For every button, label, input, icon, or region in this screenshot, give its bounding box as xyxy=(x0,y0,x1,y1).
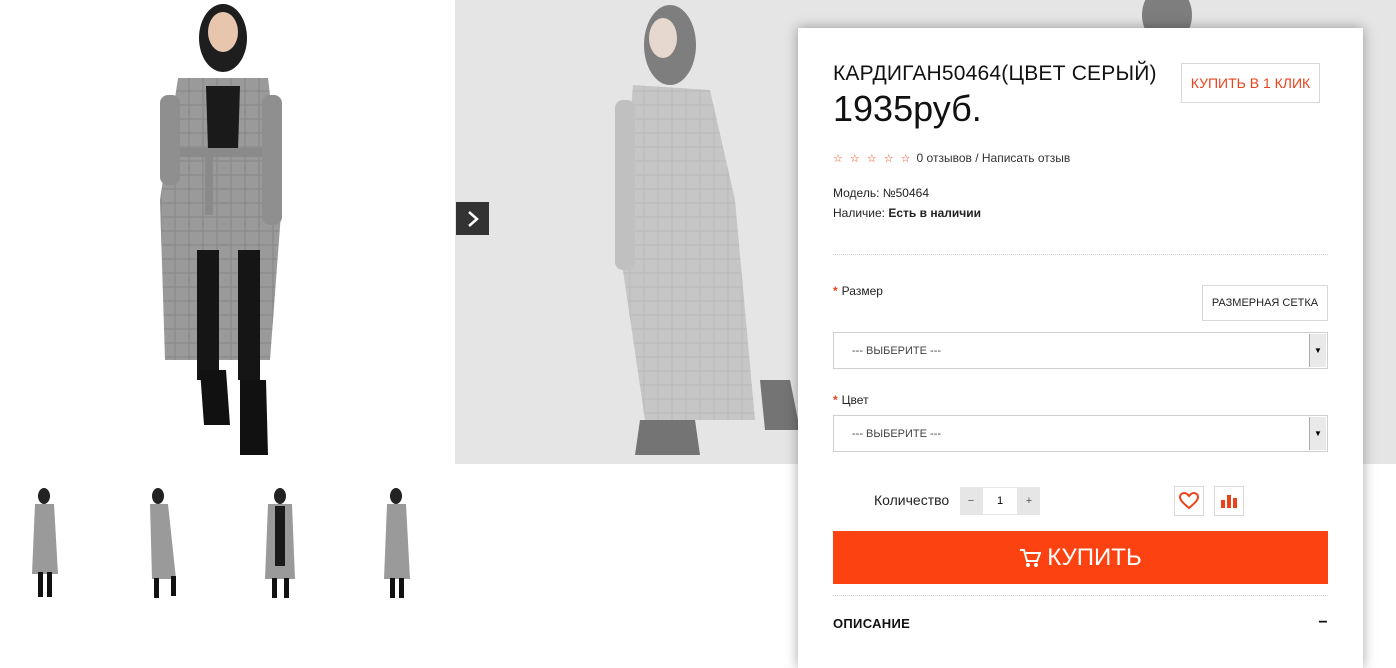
color-select[interactable]: --- ВЫБЕРИТЕ --- ▼ xyxy=(833,415,1328,452)
required-mark: * xyxy=(833,393,838,407)
chevron-down-icon: ▼ xyxy=(1309,417,1326,450)
chevron-right-icon xyxy=(467,210,479,227)
reviews-link[interactable]: 0 отзывов / Написать отзыв xyxy=(917,151,1071,165)
thumbnail-1[interactable] xyxy=(0,484,90,604)
availability-row: Наличие: Есть в наличии xyxy=(833,206,981,220)
heart-icon xyxy=(1179,492,1199,510)
product-price: 1935руб. xyxy=(833,88,982,129)
next-image-button[interactable] xyxy=(456,202,489,235)
wishlist-button[interactable] xyxy=(1174,486,1204,516)
thumbnail-strip xyxy=(0,480,455,610)
size-label: * Размер xyxy=(833,284,883,298)
add-to-cart-label: КУПИТЬ xyxy=(1047,543,1142,571)
color-select-value: --- ВЫБЕРИТЕ --- xyxy=(852,427,942,440)
availability-label: Наличие: xyxy=(833,206,886,220)
description-header[interactable]: ОПИСАНИЕ − xyxy=(833,614,1328,632)
chevron-down-icon: ▼ xyxy=(1309,334,1326,367)
quantity-label: Количество xyxy=(874,492,950,508)
model-value: №50464 xyxy=(882,186,929,200)
compare-button[interactable] xyxy=(1214,486,1244,516)
quantity-decrease-button[interactable]: − xyxy=(960,487,982,515)
quantity-stepper: − + xyxy=(960,487,1040,515)
divider xyxy=(833,254,1328,255)
thumbnail-2[interactable] xyxy=(116,484,206,604)
main-product-image[interactable] xyxy=(0,0,455,464)
cart-icon xyxy=(1019,548,1042,568)
size-chart-button[interactable]: РАЗМЕРНАЯ СЕТКА xyxy=(1202,285,1328,321)
size-select[interactable]: --- ВЫБЕРИТЕ --- ▼ xyxy=(833,332,1328,369)
product-title: КАРДИГАН50464(ЦВЕТ СЕРЫЙ) xyxy=(833,62,1157,85)
thumbnail-3[interactable] xyxy=(235,484,325,604)
color-label: * Цвет xyxy=(833,393,869,407)
buy-one-click-button[interactable]: КУПИТЬ В 1 КЛИК xyxy=(1181,63,1320,103)
model-row: Модель: №50464 xyxy=(833,186,929,200)
product-info-card: КАРДИГАН50464(ЦВЕТ СЕРЫЙ) 1935руб. КУПИТ… xyxy=(798,28,1363,668)
quantity-input[interactable] xyxy=(982,487,1018,515)
required-mark: * xyxy=(833,284,838,298)
model-label: Модель: xyxy=(833,186,880,200)
rating-stars-icon: ☆ ☆ ☆ ☆ ☆ xyxy=(833,152,913,165)
rating-row: ☆ ☆ ☆ ☆ ☆ 0 отзывов / Написать отзыв xyxy=(833,151,1070,165)
description-title: ОПИСАНИЕ xyxy=(833,616,911,631)
thumbnail-4[interactable] xyxy=(352,484,442,604)
divider xyxy=(833,595,1328,596)
quantity-increase-button[interactable]: + xyxy=(1018,487,1040,515)
collapse-icon[interactable]: − xyxy=(1318,614,1328,632)
size-select-value: --- ВЫБЕРИТЕ --- xyxy=(852,344,942,357)
availability-value: Есть в наличии xyxy=(888,206,981,220)
add-to-cart-button[interactable]: КУПИТЬ xyxy=(833,531,1328,584)
bar-chart-icon xyxy=(1220,493,1238,509)
